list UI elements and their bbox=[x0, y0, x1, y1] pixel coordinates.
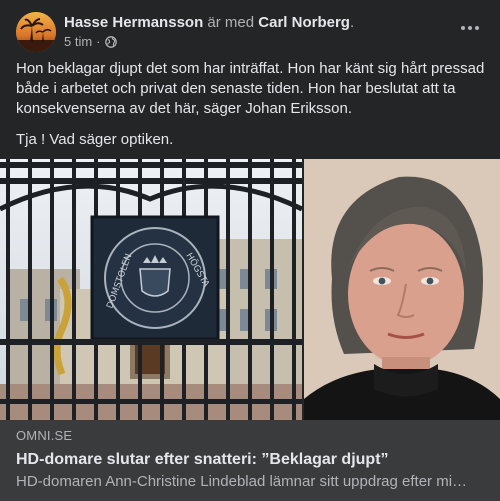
link-preview-card[interactable]: OMNI.SE HD-domare slutar efter snatteri:… bbox=[0, 420, 500, 501]
globe-icon[interactable] bbox=[104, 36, 117, 48]
ellipsis-icon bbox=[461, 26, 465, 30]
link-preview-images[interactable]: HÖGSTA DOMSTOLEN bbox=[0, 159, 500, 420]
link-title[interactable]: HD-domare slutar efter snatteri: ”Beklag… bbox=[16, 450, 484, 470]
post-meta: Hasse Hermansson är med Carl Norberg. 5 … bbox=[64, 12, 354, 50]
author-avatar[interactable] bbox=[16, 12, 56, 52]
post-subline: 5 tim · bbox=[64, 34, 354, 50]
link-description: HD-domaren Ann-Christine Lindeblad lämna… bbox=[16, 473, 468, 490]
facebook-post: Hasse Hermansson är med Carl Norberg. 5 … bbox=[0, 0, 500, 501]
with-text: är med bbox=[207, 14, 255, 31]
link-domain: OMNI.SE bbox=[16, 428, 73, 443]
author-name[interactable]: Hasse Hermansson bbox=[64, 14, 203, 31]
post-paragraph: Hon beklagar djupt det som har inträffat… bbox=[16, 60, 485, 117]
post-header: Hasse Hermansson är med Carl Norberg. 5 … bbox=[16, 12, 484, 52]
attribution-punct: . bbox=[349, 14, 355, 31]
court-gate-photo[interactable]: HÖGSTA DOMSTOLEN bbox=[0, 159, 302, 420]
ellipsis-dot bbox=[475, 26, 479, 30]
portrait-photo[interactable] bbox=[304, 159, 500, 420]
tagged-name[interactable]: Carl Norberg bbox=[258, 14, 350, 31]
post-paragraph: Tja ! Vad säger optiken. bbox=[16, 131, 174, 148]
post-body: Hon beklagar djupt det som har inträffat… bbox=[16, 59, 486, 161]
separator-dot: · bbox=[96, 34, 101, 49]
more-options-button[interactable] bbox=[456, 18, 484, 38]
post-time[interactable]: 5 tim bbox=[64, 34, 92, 50]
ellipsis-dot bbox=[468, 26, 472, 30]
post-attribution: Hasse Hermansson är med Carl Norberg. bbox=[64, 13, 354, 32]
